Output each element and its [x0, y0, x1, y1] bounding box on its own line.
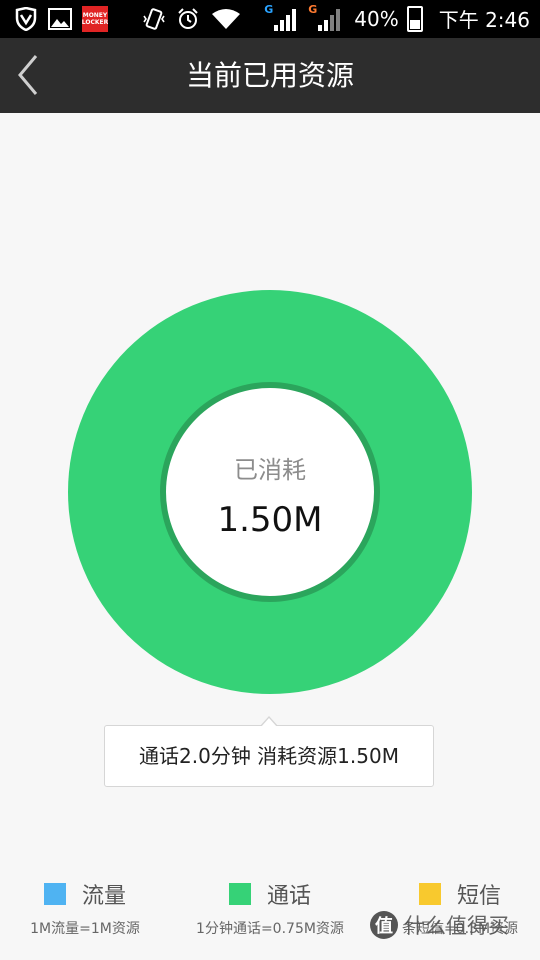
consumed-label: 已消耗 — [234, 456, 306, 484]
consumed-value: 1.50M — [217, 500, 323, 540]
legend-swatch — [418, 883, 441, 905]
legend-description: 1M流量=1M资源 — [30, 921, 140, 937]
status-bar: MONEY LOCKER G G 40% 下午 2:46 — [0, 0, 540, 38]
legend-label: 短信 — [456, 884, 501, 909]
battery-percent: 40% — [354, 6, 399, 31]
legend-item-data[interactable]: 流量 1M流量=1M资源 — [10, 878, 160, 948]
signal-icon: G — [308, 3, 341, 31]
legend-description: 1分钟通话=0.75M资源 — [196, 921, 344, 937]
signal-icon: G — [264, 3, 297, 31]
legend-swatch — [228, 883, 251, 905]
clock: 下午 2:46 — [438, 8, 530, 32]
chevron-left-icon — [18, 55, 38, 95]
legend-swatch — [43, 883, 66, 905]
battery-charging-icon — [406, 5, 423, 32]
usage-tooltip: 通话2.0分钟 消耗资源1.50M — [104, 725, 434, 787]
wifi-icon — [210, 7, 242, 31]
image-icon — [48, 7, 72, 31]
shield-v-icon — [14, 7, 38, 31]
watermark-badge-icon: 值 — [370, 911, 398, 939]
watermark-text: 什么值得买 — [404, 914, 509, 938]
legend-label: 流量 — [81, 884, 126, 909]
legend-label: 通话 — [266, 884, 311, 909]
network-type-label: G — [264, 2, 274, 16]
legend-item-call[interactable]: 通话 1分钟通话=0.75M资源 — [180, 878, 360, 948]
money-locker-line2: LOCKER — [81, 19, 109, 26]
money-locker-line1: MONEY — [82, 12, 108, 19]
title-bar: 当前已用资源 — [0, 38, 540, 113]
alarm-icon — [176, 7, 200, 31]
status-left-icons: MONEY LOCKER — [14, 6, 242, 32]
network-type-label: G — [308, 2, 318, 16]
tooltip-arrow-fill — [261, 718, 277, 727]
back-button[interactable] — [10, 52, 50, 98]
status-right: G G 40% 下午 2:46 — [264, 3, 530, 33]
page-title: 当前已用资源 — [185, 59, 354, 92]
watermark: 值 什么值得买 — [370, 910, 509, 940]
vibrate-icon — [142, 7, 166, 31]
donut-center — [166, 388, 374, 596]
money-locker-icon: MONEY LOCKER — [82, 6, 108, 32]
